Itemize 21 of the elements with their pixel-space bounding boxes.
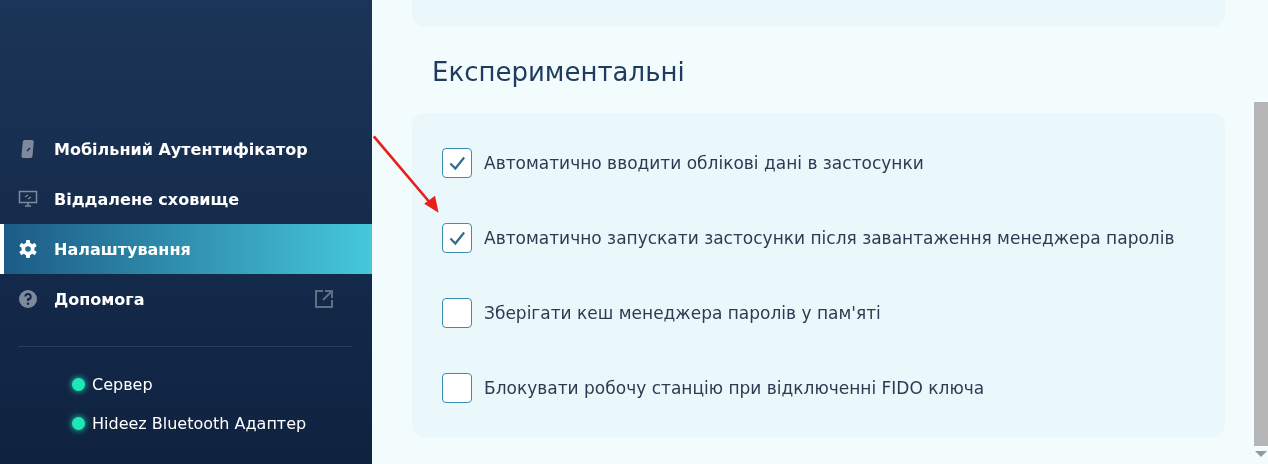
monitor-icon (18, 189, 38, 209)
nav-item[interactable]: Допомога (0, 274, 372, 324)
option-label: Автоматично запускати застосунки після завантаження менеджера паролів (484, 227, 1175, 248)
external-link-icon[interactable] (314, 289, 334, 309)
option-label: Блокувати робочу станцію при відключенні FIDO ключа (484, 377, 985, 398)
checkbox[interactable] (442, 372, 472, 403)
settings-icon (18, 239, 38, 259)
status-label: Hideez Bluetooth Адаптер (92, 414, 307, 433)
scroll-thumb[interactable] (1254, 102, 1268, 446)
nav-item[interactable]: Мобільний Аутентифікатор (0, 124, 372, 174)
help-icon (18, 289, 38, 309)
nav-item[interactable]: Віддалене сховище (0, 174, 372, 224)
checkbox[interactable] (442, 147, 472, 178)
option-label: Автоматично вводити облікові дані в застосунки (484, 152, 924, 173)
scroll-down-icon[interactable] (1254, 450, 1268, 458)
nav-item[interactable]: Налаштування (0, 224, 372, 274)
section-title: Експериментальні (432, 57, 686, 89)
option-label: Зберігати кеш менеджера паролів у пам'яті (484, 302, 881, 323)
checkbox[interactable] (442, 297, 472, 328)
checkbox[interactable] (442, 222, 472, 253)
status-label: Сервер (92, 375, 153, 394)
